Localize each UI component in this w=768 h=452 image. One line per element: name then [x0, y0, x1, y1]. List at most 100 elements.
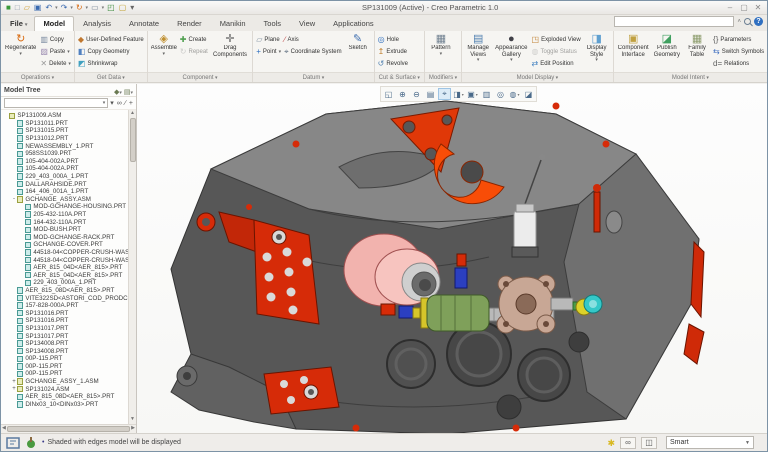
- sketch-button[interactable]: ✎Sketch: [345, 33, 371, 52]
- tree-add-icon[interactable]: +: [129, 99, 133, 108]
- plane-button[interactable]: ▱Plane: [256, 34, 281, 45]
- parameters-button[interactable]: {}Parameters: [713, 34, 764, 45]
- family-table-button[interactable]: ▦Family Table: [684, 33, 710, 58]
- search-dropdown-icon[interactable]: ▾: [110, 99, 114, 108]
- file-menu-button[interactable]: File▾: [3, 16, 34, 31]
- tree-item[interactable]: SP134008.PRT: [3, 340, 128, 348]
- highlight-star-icon[interactable]: ✱: [607, 438, 615, 448]
- revolve-button[interactable]: ↺Revolve: [378, 58, 408, 69]
- ribbon-group-label[interactable]: Modifiers: [425, 72, 461, 82]
- ribbon-group-label[interactable]: Model Intent: [614, 72, 767, 82]
- tab-tools[interactable]: Tools: [255, 16, 291, 31]
- tree-search-combo[interactable]: ▾: [4, 98, 108, 108]
- tree-item[interactable]: 205-432-110A.PRT: [3, 211, 128, 219]
- tree-item[interactable]: 229_403_000A_1.PRT: [3, 279, 128, 287]
- scrollbar-thumb[interactable]: [7, 426, 130, 432]
- tree-vertical-scrollbar[interactable]: ▲ ▼: [128, 110, 136, 424]
- tree-item[interactable]: SP131017.PRT: [3, 325, 128, 333]
- tab-manikin[interactable]: Manikin: [211, 16, 255, 31]
- tree-item[interactable]: AER_815_04D<AER_815>.PRT: [3, 264, 128, 272]
- scroll-up-icon[interactable]: ▲: [130, 110, 135, 118]
- tree-item[interactable]: MOD-BUSH.PRT: [3, 226, 128, 234]
- tree-item[interactable]: 164-432-110A.PRT: [3, 218, 128, 226]
- window-manager-icon[interactable]: ▭: [90, 3, 100, 13]
- point-button[interactable]: +Point▾: [256, 46, 281, 57]
- regenerate-button[interactable]: ↻Regenerate▾: [4, 33, 37, 57]
- redo-icon[interactable]: ↷: [60, 3, 69, 13]
- hole-button[interactable]: ◎Hole: [378, 34, 408, 45]
- find-binoculars-button[interactable]: ∞: [620, 437, 636, 449]
- tree-item[interactable]: 44518-04<COPPER-CRUSH-WASHERS: [3, 256, 128, 264]
- switch-symbols-button[interactable]: ⇆Switch Symbols: [713, 46, 764, 57]
- edit-position-button[interactable]: ⇄Edit Position: [532, 58, 581, 69]
- tree-item[interactable]: SP134008.PRT: [3, 347, 128, 355]
- tree-horizontal-scrollbar[interactable]: ◀ ▶: [1, 424, 136, 433]
- tree-item[interactable]: 00P-115.PRT: [3, 363, 128, 371]
- tab-model[interactable]: Model: [34, 16, 74, 31]
- tree-item[interactable]: AER_815_08D<AER_815>.PRT: [3, 393, 128, 401]
- search-icon[interactable]: [744, 18, 751, 25]
- tree-item[interactable]: MOD-GCHANGE-HOUSING.PRT: [3, 203, 128, 211]
- tree-item[interactable]: AER_815_08D<AER_815>.PRT: [3, 287, 128, 295]
- drag-components-button[interactable]: ✛Drag Components: [211, 33, 249, 58]
- tab-applications[interactable]: Applications: [324, 16, 382, 31]
- assemble-button[interactable]: ◈Assemble▾: [151, 33, 177, 57]
- tree-item[interactable]: -GCHANGE_ASSY.ASM: [3, 196, 128, 204]
- manage-views-button[interactable]: ▤Manage Views▾: [465, 33, 491, 63]
- ribbon-group-label[interactable]: Model Display: [462, 72, 613, 82]
- tree-item[interactable]: 229_403_000A_1.PRT: [3, 173, 128, 181]
- copy-button[interactable]: ▥Copy: [40, 34, 71, 45]
- help-icon[interactable]: ?: [754, 17, 763, 26]
- scrollbar-thumb[interactable]: [130, 118, 136, 162]
- screen-capture-button[interactable]: ◫: [641, 437, 657, 449]
- tab-analysis[interactable]: Analysis: [74, 16, 120, 31]
- tab-annotate[interactable]: Annotate: [120, 16, 168, 31]
- toggle-status-button[interactable]: ◍Toggle Status: [532, 46, 581, 57]
- tree-item[interactable]: SP131012.PRT: [3, 135, 128, 143]
- minimize-button[interactable]: –: [725, 4, 735, 12]
- tab-render[interactable]: Render: [168, 16, 211, 31]
- repeat-button[interactable]: ↻Repeat: [180, 46, 208, 57]
- tree-item[interactable]: SP131016.PRT: [3, 317, 128, 325]
- tree-item[interactable]: MOD-GCHANGE-RACK.PRT: [3, 234, 128, 242]
- relations-button[interactable]: d=Relations: [713, 58, 764, 69]
- ribbon-group-label[interactable]: Get Data: [75, 72, 147, 82]
- extrude-button[interactable]: ↥Extrude: [378, 46, 408, 57]
- appearance-gallery-button[interactable]: ●Appearance Gallery▾: [494, 33, 528, 63]
- tree-item[interactable]: 00P-115.PRT: [3, 370, 128, 378]
- tree-item[interactable]: +GCHANGE_ASSY_1.ASM: [3, 378, 128, 386]
- coordinate-system-button[interactable]: ⌖Coordinate System: [284, 46, 342, 57]
- close-window-icon[interactable]: ▢: [118, 3, 128, 13]
- tree-item[interactable]: NEWASSEMBLY_1.PRT: [3, 142, 128, 150]
- maximize-button[interactable]: ▢: [739, 4, 749, 12]
- undo-icon[interactable]: ↶: [44, 3, 53, 13]
- scroll-left-icon[interactable]: ◀: [2, 425, 6, 433]
- creo-app-icon[interactable]: ■: [5, 3, 12, 13]
- selection-filter-dropdown[interactable]: Smart ▼: [666, 436, 754, 449]
- copy-geometry-button[interactable]: ◧Copy Geometry: [78, 46, 144, 57]
- tree-item[interactable]: VITE322SD<ASTORI_COD_PRODCON>.PRT: [3, 294, 128, 302]
- tree-item[interactable]: 105-404-002A.PRT: [3, 165, 128, 173]
- exploded-view-button[interactable]: ◳Exploded View: [532, 34, 581, 45]
- find-binoculars-icon[interactable]: ∞: [117, 99, 122, 108]
- open-session-icon[interactable]: ◰: [106, 3, 116, 13]
- ribbon-group-label[interactable]: Component: [148, 72, 252, 82]
- publish-geometry-button[interactable]: ◪Publish Geometry: [653, 33, 681, 58]
- appearance-brush-icon[interactable]: [25, 437, 37, 449]
- axis-button[interactable]: ∕Axis: [284, 34, 342, 45]
- ribbon-group-label[interactable]: Cut & Surface: [375, 72, 424, 82]
- gearbox-3d-model[interactable]: [159, 92, 768, 440]
- scroll-down-icon[interactable]: ▼: [130, 416, 135, 424]
- ribbon-group-label[interactable]: Operations: [1, 72, 74, 82]
- scroll-right-icon[interactable]: ▶: [131, 425, 135, 433]
- tree-item[interactable]: SP131016.PRT: [3, 309, 128, 317]
- tree-item[interactable]: +SP131024.ASM: [3, 385, 128, 393]
- graphics-viewport[interactable]: ◱⊕⊖▤⌖◨▾▣▾▥◎◍▾◪: [137, 84, 767, 433]
- component-interface-button[interactable]: ▣Component Interface: [617, 33, 650, 58]
- tree-item[interactable]: SP131009.ASM: [3, 112, 128, 120]
- tree-item[interactable]: 00P-115.PRT: [3, 355, 128, 363]
- tree-item[interactable]: DINx03_10<DINx03>.PRT: [3, 401, 128, 409]
- ribbon-group-label[interactable]: Datum: [253, 72, 373, 82]
- collapse-ribbon-icon[interactable]: ˄: [737, 19, 741, 25]
- user-defined-feature-button[interactable]: ◆User-Defined Feature: [78, 34, 144, 45]
